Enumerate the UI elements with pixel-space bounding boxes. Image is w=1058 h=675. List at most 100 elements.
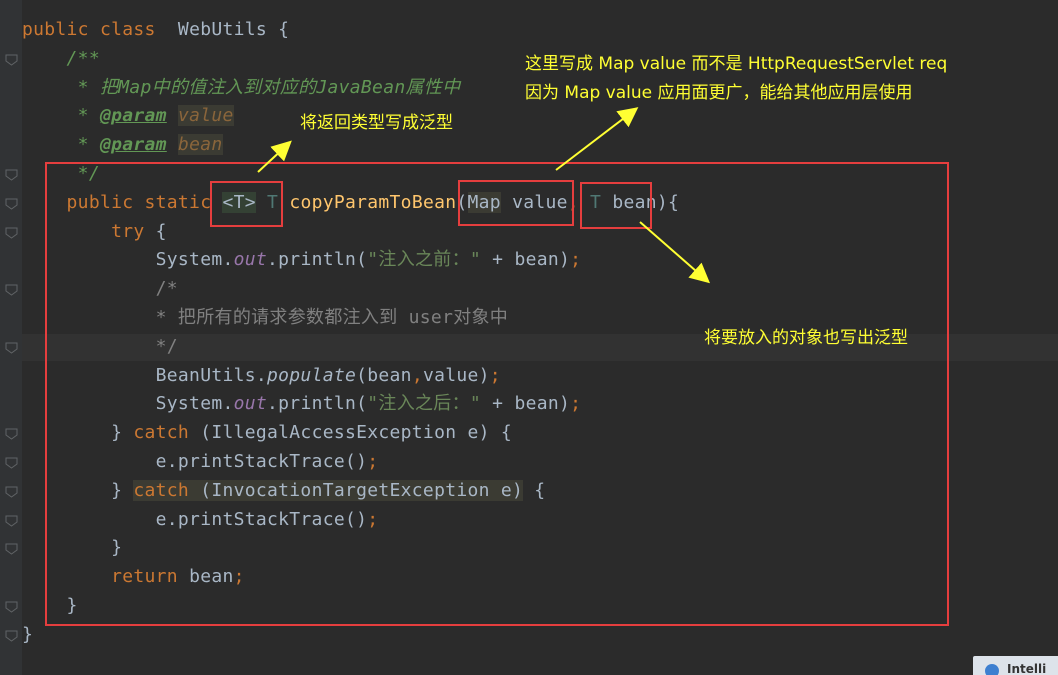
code-line[interactable]: e.printStackTrace();: [22, 506, 679, 535]
code-line[interactable]: }: [22, 534, 679, 563]
code-line[interactable]: */: [22, 333, 679, 362]
code-token: ;: [367, 450, 379, 472]
code-token: bean: [177, 134, 223, 156]
code-token: public static: [22, 191, 223, 213]
code-token: try: [111, 220, 145, 242]
code-token: (: [456, 191, 468, 213]
editor-gutter: [0, 0, 22, 675]
fold-marker-icon[interactable]: [5, 428, 18, 440]
info-icon: [985, 664, 999, 675]
note-return-type: 将返回类型写成泛型: [300, 113, 453, 133]
code-token: * 把所有的请求参数都注入到 user对象中: [22, 306, 509, 328]
code-line[interactable]: e.printStackTrace();: [22, 448, 679, 477]
code-line[interactable]: */: [22, 160, 679, 189]
code-line[interactable]: try {: [22, 218, 679, 247]
code-token: */: [22, 162, 100, 184]
code-token: * 把Map中的值注入到对应的JavaBean属性中: [22, 76, 461, 98]
fold-marker-icon[interactable]: [5, 630, 18, 642]
note-bean-param: 将要放入的对象也写出泛型: [704, 328, 908, 348]
code-token: (InvocationTargetException e): [189, 479, 524, 501]
code-line[interactable]: System.out.println("注入之前：" + bean);: [22, 246, 679, 275]
code-token: ;: [570, 249, 582, 271]
code-token: value: [177, 105, 234, 127]
popup-label: Intelli: [1007, 662, 1047, 675]
code-token: *: [22, 134, 100, 156]
code-token: ;: [570, 393, 582, 415]
code-token: ,: [567, 191, 591, 213]
fold-marker-icon[interactable]: [5, 227, 18, 239]
code-token: */: [22, 335, 178, 357]
code-token: ,: [411, 364, 423, 386]
code-token: @param: [99, 134, 167, 156]
note-map-value-line2: 因为 Map value 应用面更广，能给其他应用层使用: [525, 83, 913, 103]
fold-marker-icon[interactable]: [5, 486, 18, 498]
code-token: value: [500, 191, 568, 213]
code-token: }: [22, 537, 123, 559]
code-line[interactable]: public class WebUtils {: [22, 16, 679, 45]
code-token: {: [523, 479, 546, 501]
fold-marker-icon[interactable]: [5, 342, 18, 354]
code-token: bean){: [601, 191, 680, 213]
code-token: @param: [99, 105, 167, 127]
code-token: public class: [22, 19, 156, 40]
fold-marker-icon[interactable]: [5, 54, 18, 66]
fold-marker-icon[interactable]: [5, 515, 18, 527]
code-token: }: [22, 422, 134, 444]
code-token: "注入之前：": [367, 249, 482, 271]
code-token: WebUtils {: [155, 19, 290, 40]
code-token: out: [233, 249, 268, 271]
code-token: }: [22, 479, 134, 501]
code-token: return: [111, 566, 178, 588]
ide-notification-popup[interactable]: Intelli: [973, 656, 1058, 675]
code-token: + bean): [481, 393, 571, 415]
note-map-value-line1: 这里写成 Map value 而不是 HttpRequestServlet re…: [525, 54, 948, 74]
code-line[interactable]: return bean;: [22, 563, 679, 592]
code-token: + bean): [481, 249, 571, 271]
fold-marker-icon[interactable]: [5, 169, 18, 181]
code-token: /*: [22, 278, 178, 300]
code-line[interactable]: System.out.println("注入之后：" + bean);: [22, 390, 679, 419]
code-token: value): [422, 364, 490, 386]
code-token: e.printStackTrace(): [22, 450, 368, 472]
code-line[interactable]: } catch (InvocationTargetException e) {: [22, 477, 679, 506]
code-token: .println(: [267, 393, 368, 415]
code-token: *: [22, 105, 100, 127]
fold-marker-icon[interactable]: [5, 284, 18, 296]
fold-marker-icon[interactable]: [5, 457, 18, 469]
code-line[interactable]: * 把所有的请求参数都注入到 user对象中: [22, 304, 679, 333]
code-token: {: [144, 220, 167, 242]
code-token: ;: [489, 364, 501, 386]
code-token: bean: [177, 566, 234, 588]
code-line[interactable]: }: [22, 592, 679, 621]
code-token: /**: [22, 47, 100, 69]
code-token: copyParamToBean: [289, 191, 457, 213]
code-token: populate: [267, 364, 357, 386]
code-line[interactable]: }: [22, 621, 679, 650]
code-token: System.: [22, 393, 234, 415]
code-token: (bean: [356, 364, 412, 386]
code-line[interactable]: } catch (IllegalAccessException e) {: [22, 419, 679, 448]
fold-marker-icon[interactable]: [5, 601, 18, 613]
code-token: ;: [367, 508, 379, 530]
code-token: }: [22, 594, 78, 616]
code-line[interactable]: /*: [22, 275, 679, 304]
code-token: System.: [22, 249, 234, 271]
code-token: BeanUtils.: [22, 364, 268, 386]
code-line[interactable]: BeanUtils.populate(bean,value);: [22, 362, 679, 391]
code-line[interactable]: * @param bean: [22, 131, 679, 160]
fold-marker-icon[interactable]: [5, 543, 18, 556]
code-token: "注入之后：": [367, 393, 482, 415]
fold-marker-icon[interactable]: [5, 198, 18, 210]
code-token: catch: [133, 479, 190, 501]
code-line[interactable]: public static <T> T copyParamToBean(Map …: [22, 189, 679, 218]
code-token: ;: [233, 566, 245, 588]
code-token: }: [22, 623, 34, 645]
code-token: .println(: [267, 249, 368, 271]
code-token: T: [267, 191, 279, 213]
code-token: e.printStackTrace(): [22, 508, 368, 530]
